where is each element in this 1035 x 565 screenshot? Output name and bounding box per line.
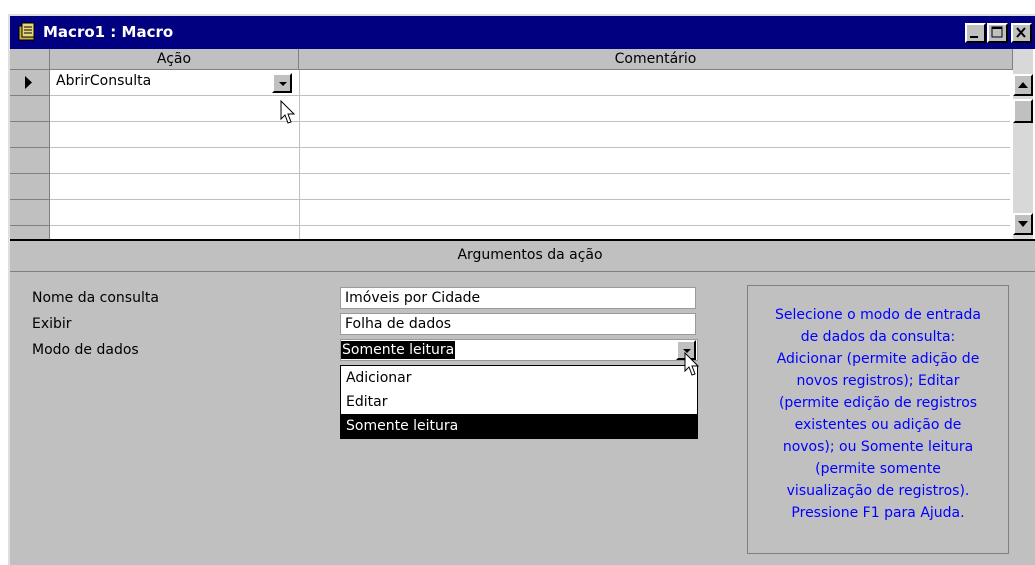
row-selector[interactable]: [10, 174, 50, 200]
row-selector[interactable]: [10, 148, 50, 174]
grid-line: [50, 173, 1010, 174]
arguments-header: Argumentos da ação: [10, 241, 1035, 272]
grid-line: [50, 199, 1010, 200]
macro-app-icon: [18, 22, 35, 41]
option-editar[interactable]: Editar: [341, 390, 697, 414]
label-exibir: Exibir: [32, 316, 72, 332]
label-modo-dados: Modo de dados: [32, 342, 139, 358]
help-line: Pressione F1 para Ajuda.: [791, 505, 965, 521]
row-selector[interactable]: [10, 226, 50, 239]
macro-grid: Ação Comentário AbrirConsulta: [10, 49, 1035, 241]
option-somente-leitura[interactable]: Somente leitura: [341, 414, 697, 438]
help-panel: Selecione o modo de entrada de dados da …: [747, 285, 1009, 554]
title-bar[interactable]: Macro1 : Macro: [10, 16, 1035, 49]
help-line: novos registros); Editar: [796, 373, 960, 389]
help-line: (permite somente: [815, 461, 941, 477]
modo-dados-dropdown-list: Adicionar Editar Somente leitura: [340, 365, 698, 439]
scroll-down-icon: [1018, 221, 1028, 227]
maximize-button[interactable]: [987, 23, 1008, 43]
close-icon: [1016, 27, 1026, 38]
nome-consulta-field[interactable]: Imóveis por Cidade: [340, 287, 696, 309]
macro-window: Macro1 : Macro Ação Comentário AbrirCons…: [8, 14, 1035, 565]
acao-dropdown-button[interactable]: [272, 73, 292, 93]
help-line: novos); ou Somente leitura: [782, 439, 974, 455]
modo-dados-combo[interactable]: Somente leitura: [340, 339, 698, 361]
help-line: (permite edição de registros: [778, 395, 978, 411]
scroll-down-button[interactable]: [1013, 213, 1033, 235]
mouse-pointer-icon: [280, 100, 296, 124]
help-line: Adicionar (permite adição de: [776, 351, 980, 367]
column-header-comentario[interactable]: Comentário: [299, 49, 1013, 70]
grid-line: [50, 121, 1010, 122]
option-adicionar[interactable]: Adicionar: [341, 366, 697, 390]
row-selector[interactable]: [10, 200, 50, 226]
modo-dados-value: Somente leitura: [341, 341, 456, 359]
scroll-up-icon: [1018, 82, 1028, 88]
grid-line: [50, 95, 1010, 96]
help-line: existentes ou adição de: [794, 417, 962, 433]
scroll-thumb[interactable]: [1013, 99, 1033, 123]
grid-line: [50, 147, 1010, 148]
minimize-button[interactable]: [965, 23, 986, 43]
maximize-icon: [991, 26, 1003, 38]
grid-scrollbar[interactable]: [1013, 49, 1033, 239]
label-nome-consulta: Nome da consulta: [32, 290, 159, 306]
row-selector[interactable]: [10, 96, 50, 122]
close-button[interactable]: [1011, 23, 1032, 43]
mouse-pointer-icon: [684, 352, 700, 376]
grid-corner[interactable]: [10, 49, 50, 70]
exibir-field[interactable]: Folha de dados: [340, 313, 696, 335]
help-line: visualização de registros).: [786, 483, 970, 499]
scroll-up-button[interactable]: [1013, 74, 1033, 96]
minimize-icon: [970, 36, 978, 38]
help-line: de dados da consulta:: [800, 329, 956, 345]
window-title: Macro1 : Macro: [43, 23, 174, 41]
help-line: Selecione o modo de entrada: [775, 307, 981, 323]
column-header-acao[interactable]: Ação: [50, 49, 299, 70]
acao-cell[interactable]: AbrirConsulta: [56, 73, 151, 89]
row-selector[interactable]: [10, 70, 50, 96]
grid-line: [299, 70, 300, 239]
row-pointer-icon: [25, 76, 32, 89]
grid-line: [50, 225, 1010, 226]
row-selector[interactable]: [10, 122, 50, 148]
comentario-cell[interactable]: [300, 70, 1013, 95]
